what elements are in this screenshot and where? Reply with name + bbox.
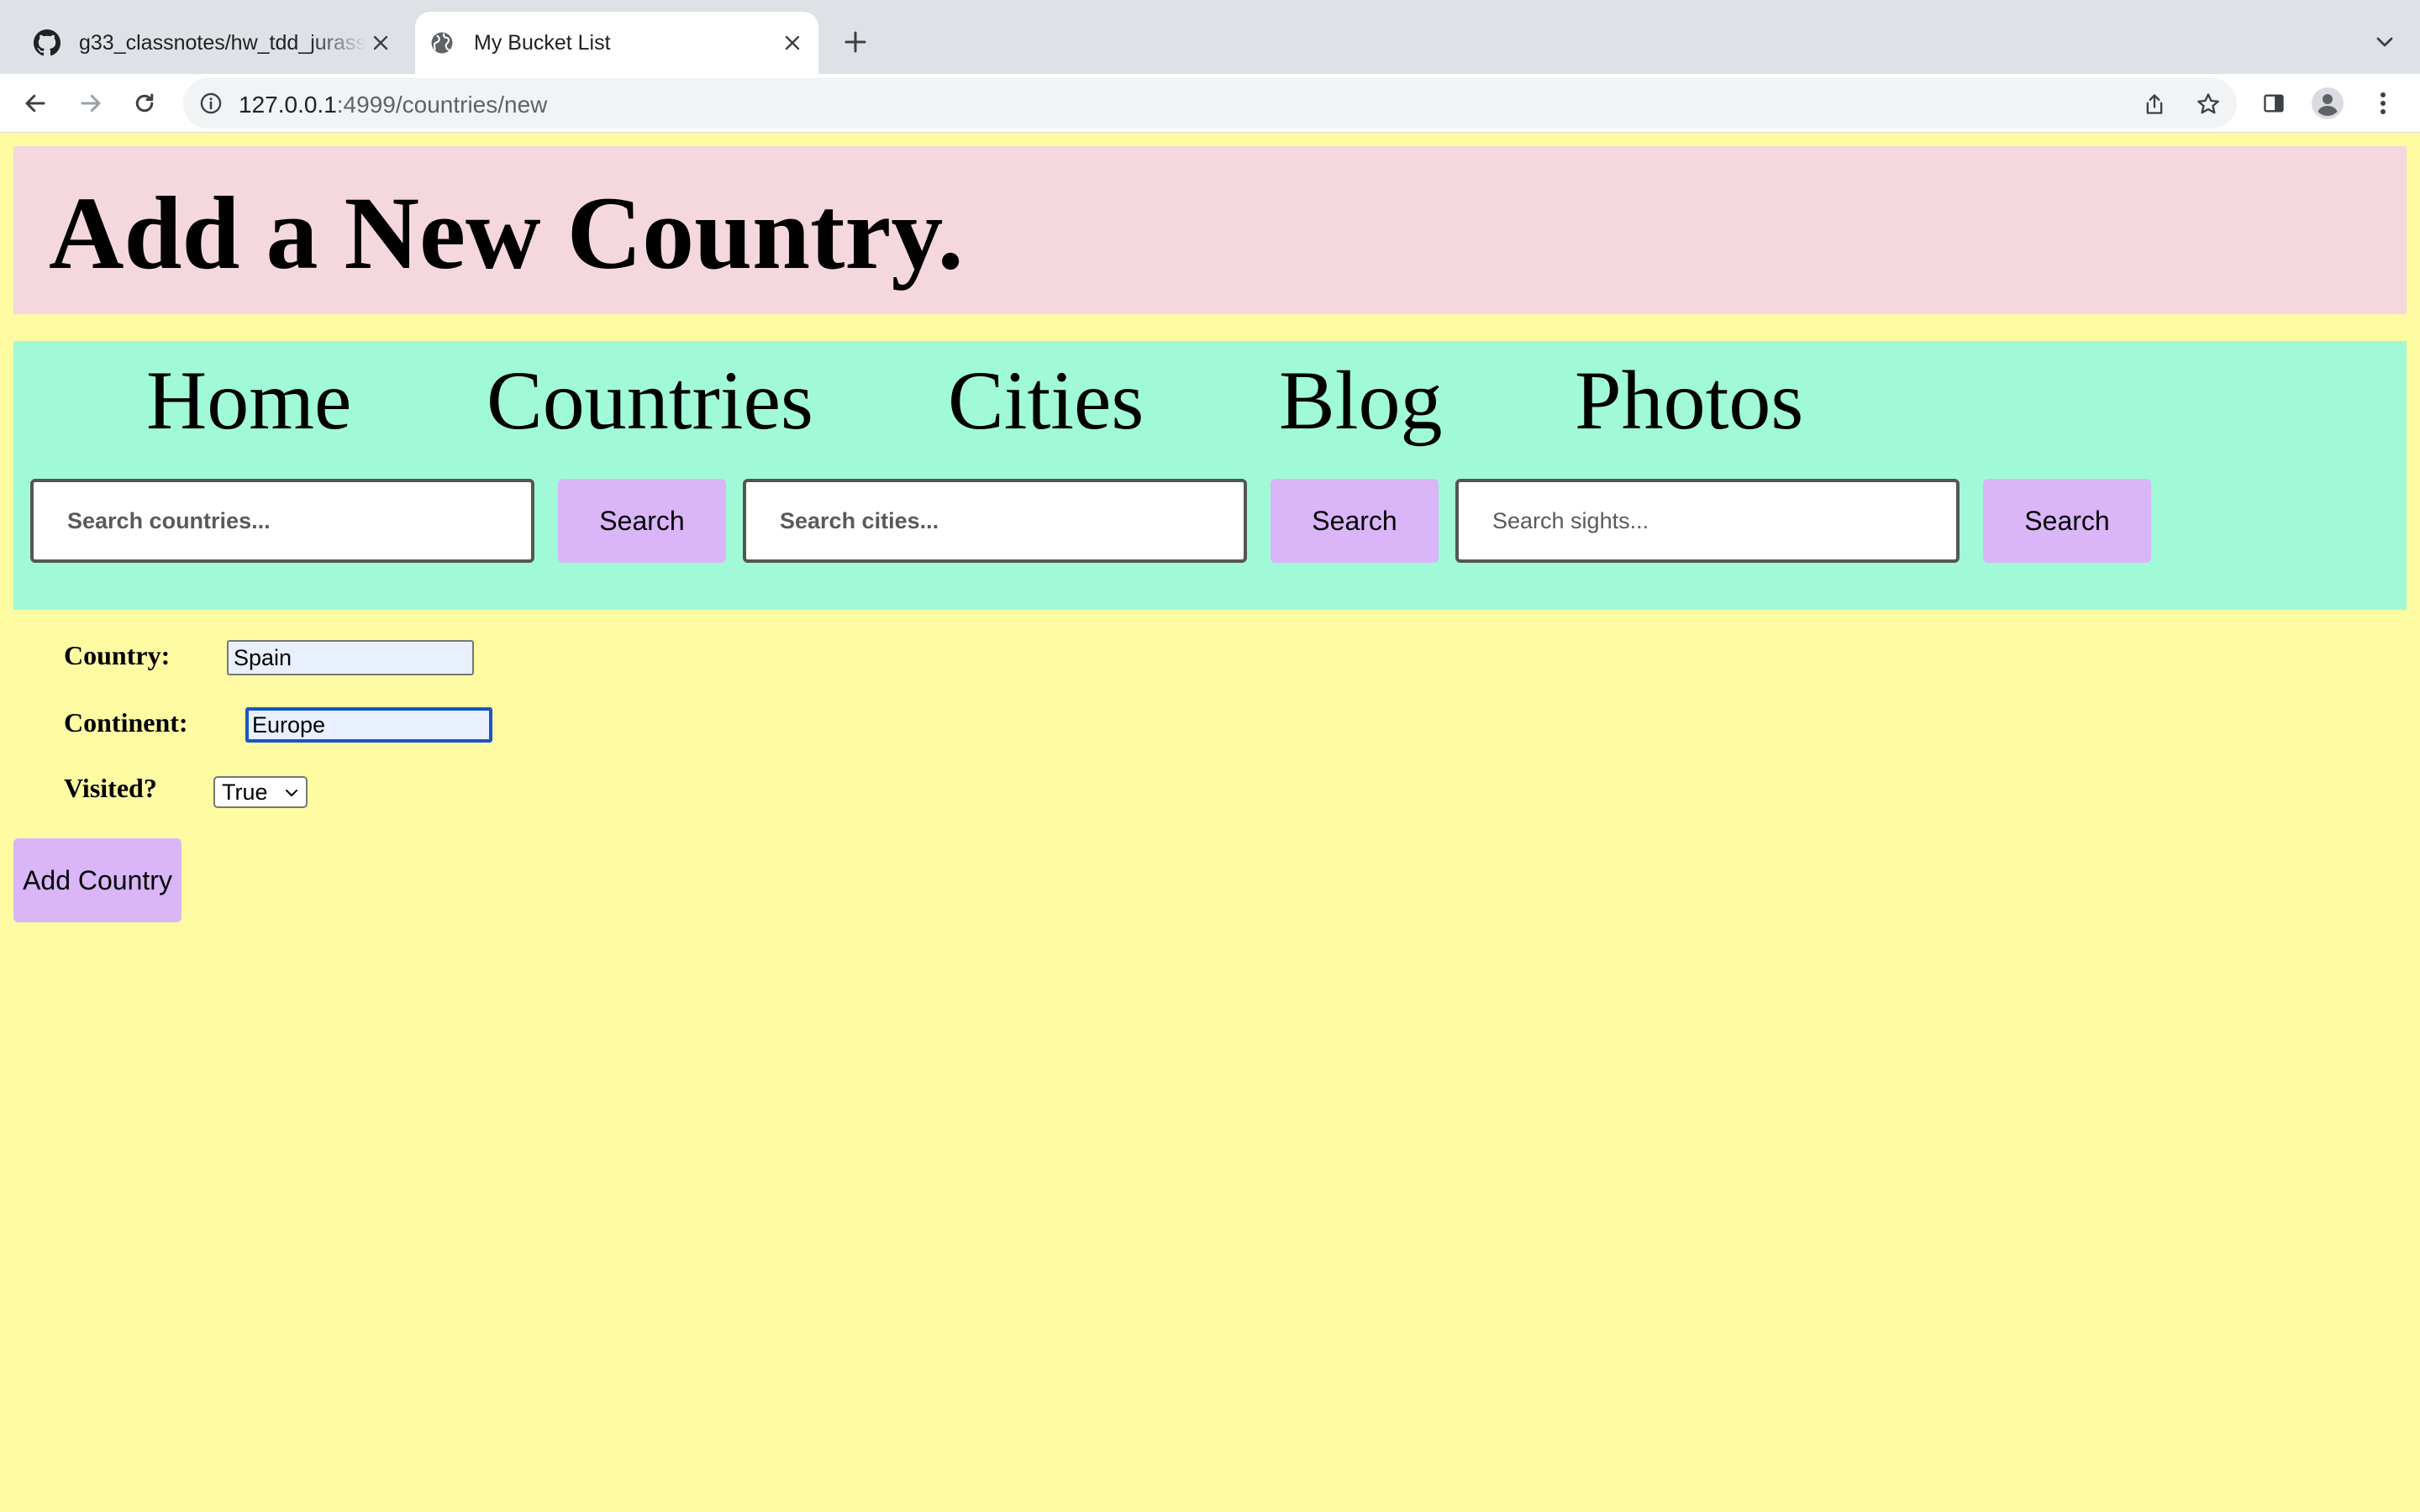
browser-tab-github[interactable]: g33_classnotes/hw_tdd_jurassic [20, 12, 407, 74]
nav-link-photos[interactable]: Photos [1575, 341, 1803, 459]
close-icon[interactable] [778, 29, 807, 57]
nav-banner: Home Countries Cities Blog Photos Search… [13, 341, 2407, 610]
page-body: Add a New Country. Home Countries Cities… [0, 133, 2420, 1512]
search-cities-input[interactable] [743, 479, 1247, 563]
share-icon[interactable] [2139, 89, 2170, 119]
nav-link-blog[interactable]: Blog [1279, 341, 1442, 459]
search-cities-button[interactable]: Search [1270, 479, 1439, 563]
nav-link-countries[interactable]: Countries [487, 341, 813, 459]
continent-label: Continent: [64, 707, 188, 738]
address-bar[interactable]: 127.0.0.1:4999/countries/new [183, 78, 2237, 129]
url-text: 127.0.0.1:4999/countries/new [239, 92, 548, 118]
globe-icon [429, 29, 455, 56]
country-label: Country: [64, 640, 171, 670]
search-countries-button[interactable]: Search [558, 479, 726, 563]
visited-label: Visited? [64, 773, 157, 803]
browser-toolbar: 127.0.0.1:4999/countries/new [0, 74, 2420, 133]
more-vertical-icon[interactable] [2366, 87, 2400, 120]
visited-selected-value: True [222, 779, 268, 805]
bookmark-star-icon[interactable] [2193, 89, 2223, 119]
add-country-button[interactable]: Add Country [13, 838, 182, 922]
title-banner: Add a New Country. [13, 146, 2407, 314]
nav-link-home[interactable]: Home [146, 341, 351, 459]
search-sights-button[interactable]: Search [1983, 479, 2151, 563]
browser-tab-my-bucket-list[interactable]: My Bucket List [415, 12, 818, 74]
tab-search-chevron-down-icon[interactable] [2368, 25, 2402, 59]
back-arrow-icon[interactable] [18, 87, 52, 120]
site-info-icon[interactable] [197, 89, 225, 118]
browser-tabstrip: g33_classnotes/hw_tdd_jurassic My Bucket… [0, 0, 2420, 74]
country-input[interactable] [227, 640, 474, 675]
tab-title: My Bucket List [474, 30, 611, 55]
reload-icon[interactable] [128, 87, 161, 120]
profile-avatar-icon[interactable] [2311, 87, 2344, 120]
forward-arrow-icon[interactable] [74, 87, 108, 120]
close-icon[interactable] [366, 29, 395, 57]
continent-input[interactable] [245, 707, 492, 743]
search-countries-input[interactable] [30, 479, 534, 563]
side-panel-icon[interactable] [2257, 87, 2291, 120]
new-tab-plus-icon[interactable] [839, 25, 872, 59]
tab-title: g33_classnotes/hw_tdd_jurassic [79, 30, 366, 55]
search-sights-input[interactable] [1455, 479, 1960, 563]
nav-link-cities[interactable]: Cities [948, 341, 1144, 459]
chevron-down-icon [286, 790, 297, 796]
visited-select[interactable]: True [213, 776, 308, 808]
github-icon [34, 29, 60, 56]
page-title: Add a New Country. [49, 176, 964, 291]
